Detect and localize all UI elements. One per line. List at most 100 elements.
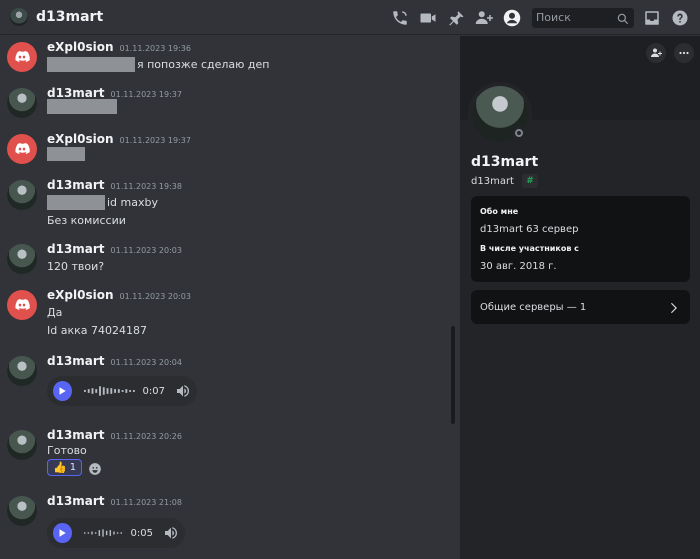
about-heading: Обо мне [480, 207, 519, 216]
more-options-button[interactable] [674, 43, 694, 63]
author-avatar[interactable] [7, 180, 37, 210]
hashtag-badge-icon[interactable]: # [521, 174, 538, 188]
header-toolbar [382, 0, 690, 35]
message-item: d13mart 01.11.2023 20:04 0:07 [0, 354, 450, 410]
message-item: d13mart 01.11.2023 19:38 id maxby Без ко… [0, 178, 450, 234]
message-header: d13mart 01.11.2023 20:04 [47, 354, 182, 370]
message-text: Готово [47, 443, 87, 457]
redacted-text [47, 194, 105, 210]
profile-username: d13mart [471, 175, 514, 187]
message-header: eXpl0sion 01.11.2023 20:03 [47, 288, 191, 304]
search-input[interactable] [532, 7, 612, 28]
author-avatar[interactable] [7, 496, 37, 526]
play-icon [59, 387, 67, 395]
author-name[interactable]: eXpl0sion [47, 132, 114, 146]
discord-logo-icon [15, 143, 30, 154]
play-button[interactable] [53, 381, 72, 401]
volume-icon[interactable] [163, 525, 179, 541]
reactions-row: 👍 1 [47, 459, 102, 476]
author-name[interactable]: d13mart [47, 178, 105, 192]
message-header: eXpl0sion 01.11.2023 19:36 [47, 40, 191, 56]
message-item: d13mart 01.11.2023 19:37 [0, 86, 450, 126]
user-profile-icon[interactable] [502, 8, 522, 28]
message-content: id maxby [47, 194, 158, 210]
message-timestamp: 01.11.2023 20:26 [110, 432, 182, 441]
profile-username-row: d13mart # [471, 174, 538, 188]
message-timestamp: 01.11.2023 19:37 [110, 90, 182, 99]
reaction-thumbs-up[interactable]: 👍 1 [47, 459, 83, 476]
reaction-count: 1 [69, 462, 77, 473]
message-header: d13mart 01.11.2023 20:03 [47, 242, 182, 258]
message-text: я попозже сделаю деп [137, 57, 270, 71]
mutual-servers-button[interactable]: Общие серверы — 1 [471, 290, 690, 324]
voice-call-icon[interactable] [390, 8, 410, 28]
discord-logo-icon [15, 51, 30, 62]
message-text: 120 твои? [47, 259, 105, 273]
voice-duration: 0:07 [142, 385, 165, 397]
author-name[interactable]: d13mart [47, 242, 105, 256]
dm-avatar [10, 8, 28, 26]
message-timestamp: 01.11.2023 20:03 [119, 292, 191, 301]
video-call-icon[interactable] [418, 8, 438, 28]
help-icon[interactable] [670, 8, 690, 28]
author-avatar[interactable] [7, 430, 37, 460]
volume-icon[interactable] [175, 383, 191, 399]
inbox-icon[interactable] [642, 8, 662, 28]
member-since-date: 30 авг. 2018 г. [480, 261, 557, 272]
dm-title: d13mart [36, 9, 104, 25]
play-button[interactable] [53, 523, 72, 543]
author-name[interactable]: d13mart [47, 494, 105, 508]
author-avatar[interactable] [7, 88, 37, 118]
discord-logo-icon [15, 299, 30, 310]
voice-duration: 0:05 [130, 527, 153, 539]
search-box[interactable] [532, 7, 634, 28]
author-avatar[interactable] [7, 244, 37, 274]
author-name[interactable]: eXpl0sion [47, 288, 114, 302]
author-avatar[interactable] [7, 134, 37, 164]
message-text: Без комиссии [47, 213, 126, 227]
author-avatar[interactable] [7, 356, 37, 386]
waveform[interactable] [83, 384, 137, 398]
message-item: d13mart 01.11.2023 20:26 Готово 👍 1 [0, 428, 450, 476]
profile-display-name: d13mart [471, 154, 539, 170]
message-text: Да [47, 305, 63, 319]
pinned-messages-icon[interactable] [446, 8, 466, 28]
thumbs-up-emoji: 👍 [53, 461, 67, 474]
author-name[interactable]: eXpl0sion [47, 40, 114, 54]
redacted-text [47, 56, 135, 72]
message-text: id maxby [107, 195, 158, 209]
user-profile-panel: d13mart d13mart # Обо мне d13mart 63 сер… [460, 36, 700, 559]
message-item: d13mart 01.11.2023 21:08 0:05 [0, 494, 450, 554]
message-timestamp: 01.11.2023 21:08 [110, 498, 182, 507]
message-item: eXpl0sion 01.11.2023 19:37 [0, 132, 450, 172]
waveform[interactable] [83, 526, 125, 540]
author-avatar[interactable] [7, 290, 37, 320]
message-timestamp: 01.11.2023 19:38 [110, 182, 182, 191]
more-icon [679, 51, 689, 55]
redacted-text [47, 147, 85, 161]
search-icon [616, 11, 630, 25]
message-timestamp: 01.11.2023 20:04 [110, 358, 182, 367]
message-header: d13mart 01.11.2023 21:08 [47, 494, 182, 510]
mutual-servers-label: Общие серверы — 1 [480, 301, 587, 313]
message-content [47, 98, 117, 114]
about-text: d13mart 63 сервер [480, 224, 579, 235]
add-friends-to-dm-icon[interactable] [474, 8, 494, 28]
message-content [47, 146, 85, 162]
message-item: d13mart 01.11.2023 20:03 120 твои? [0, 242, 450, 282]
add-reaction-icon[interactable] [88, 461, 102, 475]
message-timestamp: 01.11.2023 19:36 [119, 44, 191, 53]
author-name[interactable]: d13mart [47, 428, 105, 442]
message-list-scrollbar[interactable] [451, 326, 455, 424]
channel-header: d13mart [0, 0, 700, 35]
add-friend-icon [651, 48, 662, 57]
message-item: eXpl0sion 01.11.2023 20:03 Да Id акка 74… [0, 288, 450, 344]
chevron-right-icon [666, 300, 680, 314]
voice-message-player: 0:07 [47, 376, 197, 406]
author-name[interactable]: d13mart [47, 354, 105, 368]
message-list[interactable]: eXpl0sion 01.11.2023 19:36 я попозже сде… [0, 36, 460, 559]
message-item: eXpl0sion 01.11.2023 19:36 я попозже сде… [0, 40, 450, 80]
play-icon [59, 529, 67, 537]
add-friend-button[interactable] [646, 43, 666, 63]
author-avatar[interactable] [7, 42, 37, 72]
